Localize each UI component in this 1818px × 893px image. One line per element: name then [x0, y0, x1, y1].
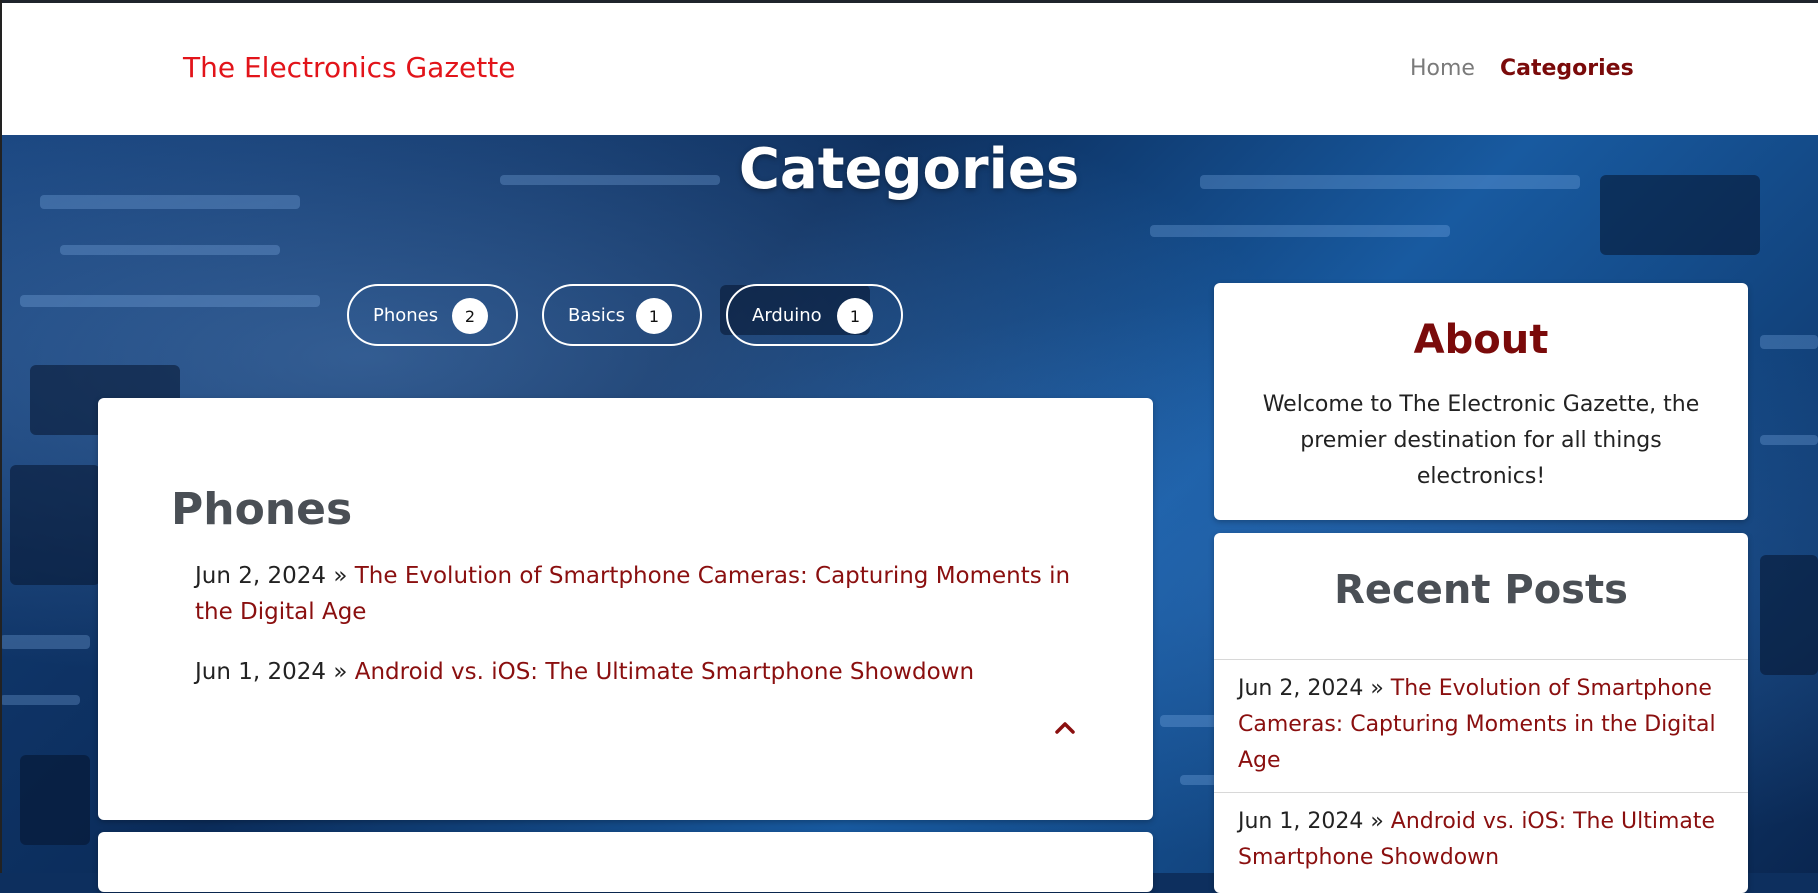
- category-count-badge: 1: [837, 298, 873, 334]
- post-separator: »: [1363, 676, 1391, 701]
- post-item: Jun 2, 2024 » The Evolution of Smartphon…: [195, 558, 1075, 630]
- category-count-badge: 1: [636, 298, 672, 334]
- section-title: Phones: [171, 484, 353, 535]
- navbar: The Electronics Gazette Home Categories: [0, 3, 1818, 135]
- category-pill-arduino[interactable]: Arduino 1: [726, 284, 903, 346]
- page-title: Categories: [738, 137, 1080, 202]
- category-pill-label: Arduino: [752, 304, 822, 326]
- category-pill-label: Basics: [568, 304, 626, 326]
- post-date: Jun 1, 2024: [195, 659, 327, 685]
- about-title: About: [1413, 317, 1549, 363]
- chevron-up-icon[interactable]: [1053, 716, 1077, 740]
- category-pill-phones[interactable]: Phones 2: [347, 284, 518, 346]
- recent-post-item: Jun 2, 2024 » The Evolution of Smartphon…: [1238, 671, 1728, 779]
- post-item: Jun 1, 2024 » Android vs. iOS: The Ultim…: [195, 654, 1075, 690]
- brand-link[interactable]: The Electronics Gazette: [183, 51, 515, 84]
- category-pill-basics[interactable]: Basics 1: [542, 284, 702, 346]
- recent-posts-title: Recent Posts: [1334, 567, 1628, 613]
- about-card: About Welcome to The Electronic Gazette,…: [1214, 283, 1748, 520]
- window-left-edge: [0, 0, 2, 873]
- post-separator: »: [326, 563, 355, 589]
- about-text: Welcome to The Electronic Gazette, the p…: [1262, 392, 1700, 489]
- divider: [1214, 792, 1748, 793]
- recent-posts-card: Recent Posts Jun 2, 2024 » The Evolution…: [1214, 533, 1748, 893]
- category-section-next: [98, 832, 1153, 892]
- category-section-phones: Phones Jun 2, 2024 » The Evolution of Sm…: [98, 398, 1153, 820]
- nav-link-categories[interactable]: Categories: [1500, 56, 1634, 81]
- post-date: Jun 2, 2024: [1238, 676, 1364, 701]
- nav-link-home[interactable]: Home: [1410, 56, 1475, 81]
- category-count-badge: 2: [452, 298, 488, 334]
- post-separator: »: [326, 659, 355, 685]
- post-date: Jun 1, 2024: [1238, 809, 1364, 834]
- divider: [1214, 659, 1748, 660]
- post-separator: »: [1363, 809, 1391, 834]
- post-link[interactable]: Android vs. iOS: The Ultimate Smartphone…: [355, 659, 974, 685]
- recent-post-item: Jun 1, 2024 » Android vs. iOS: The Ultim…: [1238, 804, 1728, 876]
- post-date: Jun 2, 2024: [195, 563, 327, 589]
- category-pill-label: Phones: [373, 304, 439, 326]
